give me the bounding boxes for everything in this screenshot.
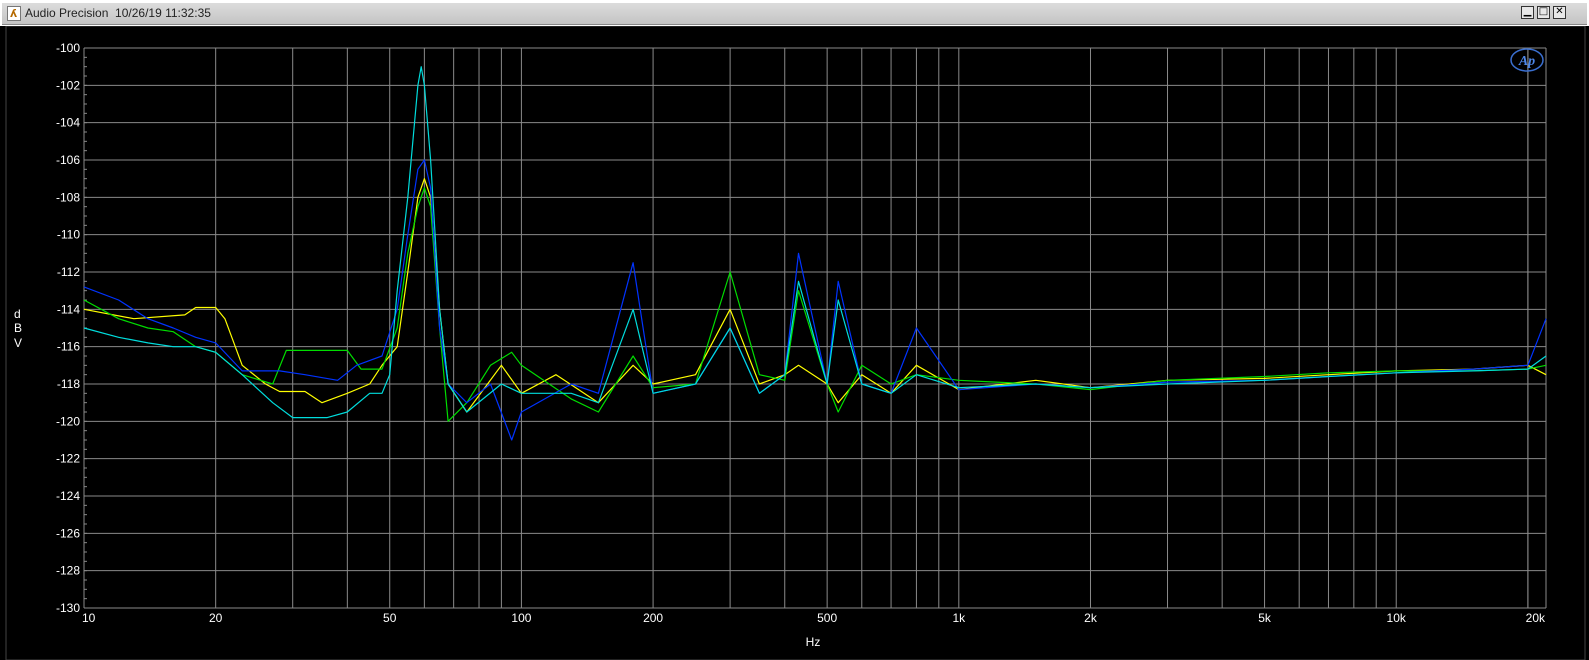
y-tick-label: -104 <box>56 116 80 130</box>
title-bar-background <box>2 3 1587 25</box>
y-tick-label: -100 <box>56 41 80 55</box>
x-tick-label: 500 <box>817 611 837 625</box>
x-tick-label: 100 <box>511 611 531 625</box>
y-axis-label-b: B <box>14 321 22 335</box>
ap-logo-text: Ap <box>1518 54 1535 69</box>
y-tick-label: -106 <box>56 153 80 167</box>
app-icon[interactable]: ʎ <box>7 6 21 21</box>
window-title: Audio Precision 10/26/19 11:32:35 <box>25 6 211 20</box>
chart-background <box>0 26 1589 660</box>
x-tick-label: 20 <box>209 611 223 625</box>
x-tick-label: 2k <box>1084 611 1098 625</box>
minimize-button[interactable]: ▁ <box>1521 6 1534 19</box>
y-tick-label: -102 <box>56 78 80 92</box>
y-tick-label: -116 <box>57 340 80 354</box>
x-tick-label: 10k <box>1387 611 1407 625</box>
y-tick-label: -118 <box>57 377 80 391</box>
y-tick-label: -130 <box>56 601 80 615</box>
close-button[interactable]: ✕ <box>1553 6 1566 19</box>
maximize-button[interactable]: □ <box>1537 6 1550 19</box>
x-tick-label: 50 <box>383 611 397 625</box>
x-tick-label: 20k <box>1526 611 1546 625</box>
fft-spectrum-chart: -100 -102 -104 -106 -108 -110 -112 -114 -116 -118… <box>0 26 1589 660</box>
y-tick-label: -110 <box>57 228 80 242</box>
y-tick-label: -122 <box>56 452 80 466</box>
x-tick-label: 10 <box>82 611 96 625</box>
y-tick-label: -126 <box>56 526 80 540</box>
x-tick-label: 5k <box>1258 611 1272 625</box>
y-axis-label-d: d <box>14 307 21 321</box>
x-axis-label: Hz <box>806 635 821 649</box>
y-tick-label: -120 <box>56 414 80 428</box>
window-title-bar[interactable]: ʎ Audio Precision 10/26/19 11:32:35 ▁ □ … <box>0 0 1589 26</box>
y-tick-label: -108 <box>56 190 80 204</box>
y-tick-label: -124 <box>56 489 80 503</box>
x-tick-label: 1k <box>952 611 966 625</box>
x-tick-label: 200 <box>643 611 663 625</box>
y-axis-label-v: V <box>14 336 22 350</box>
y-tick-label: -128 <box>56 564 80 578</box>
y-tick-label: -112 <box>57 265 80 279</box>
y-tick-label: -114 <box>57 302 80 316</box>
